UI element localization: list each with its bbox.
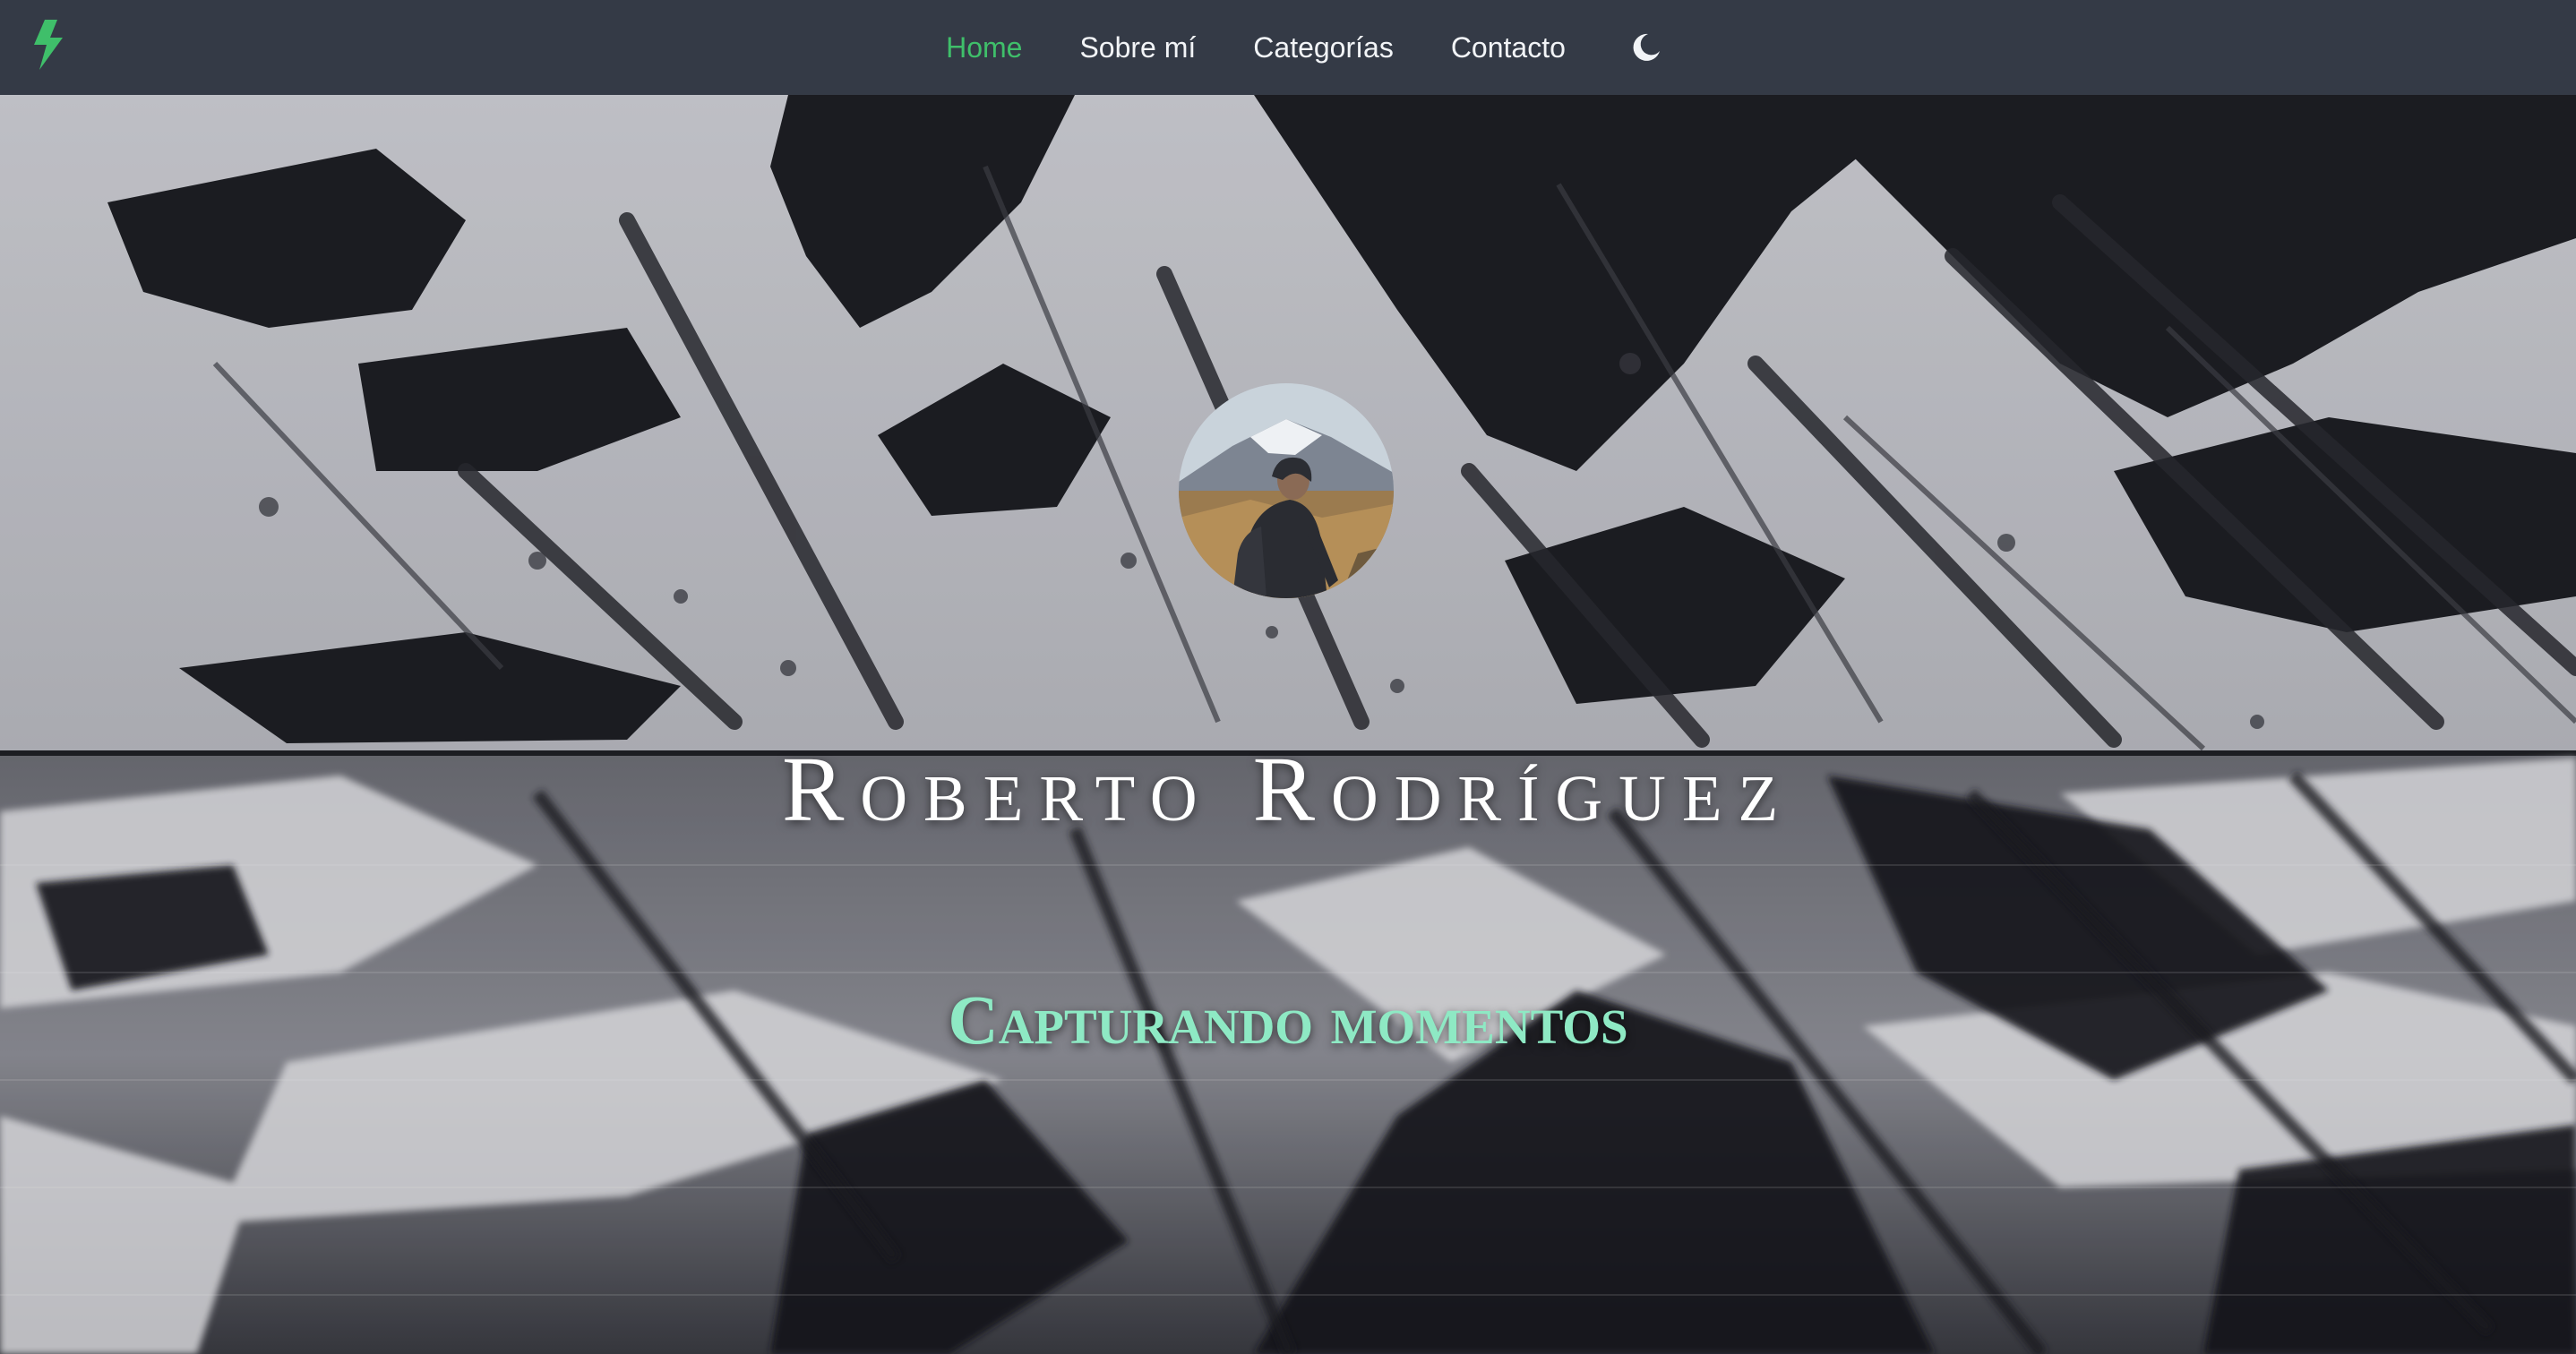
nav-link-categorias[interactable]: Categorías: [1253, 31, 1394, 64]
nav-links: Home Sobre mí Categorías Contacto: [0, 0, 2576, 95]
nav-link-contacto[interactable]: Contacto: [1451, 31, 1566, 64]
hero-title: Roberto Rodríguez: [781, 738, 1795, 841]
brand-logo-link[interactable]: [32, 20, 64, 70]
nav-link-sobre-mi[interactable]: Sobre mí: [1079, 31, 1196, 64]
moon-icon[interactable]: [1630, 31, 1662, 64]
mountain-lake-background: [0, 95, 2576, 1354]
top-navbar: Home Sobre mí Categorías Contacto: [0, 0, 2576, 95]
lightning-bolt-icon: [34, 20, 63, 70]
hero-subtitle: Capturando momentos: [948, 981, 1628, 1058]
nav-menu: Home Sobre mí Categorías Contacto: [946, 31, 1662, 64]
profile-avatar: [1179, 383, 1394, 598]
hero-section: Roberto Rodríguez Capturando momentos: [0, 95, 2576, 1354]
nav-link-home[interactable]: Home: [946, 31, 1022, 64]
profile-photo: [1179, 383, 1394, 598]
